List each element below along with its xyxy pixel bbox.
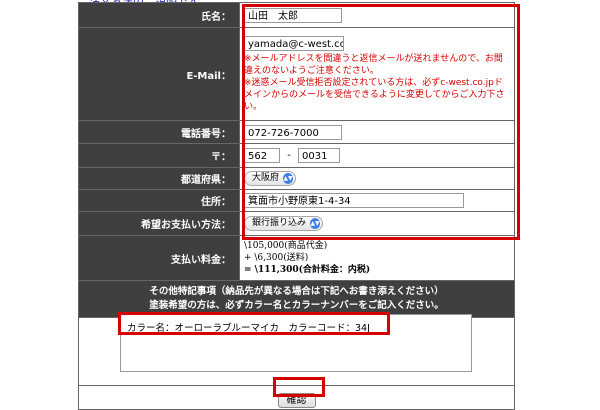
remarks-textarea[interactable]: カラー名：オーローラブルーマイカ カラーコード：34J: [120, 314, 472, 372]
prefecture-select[interactable]: 大阪府 ▲▼: [244, 171, 297, 186]
amount-product-price: \105,000(商品代金): [244, 241, 328, 251]
address-cell: 箕面市小野原東1-4-34: [239, 189, 515, 212]
email-input[interactable]: yamada@c-west.co.jp: [244, 35, 344, 51]
prefecture-selected-value: 大阪府: [252, 173, 280, 183]
postal-cell: 562 - 0031: [239, 143, 515, 168]
postal-label: 〒：: [78, 143, 240, 168]
select-arrows-icon: ▲▼: [310, 218, 321, 229]
remarks-header-row: その他特記事項（納品先が異なる場合は下記へお書き添えください） 塗装希望の方は、…: [78, 280, 515, 318]
email-note-spam: ※迷惑メール受信拒否設定されている方は、必ずc-west.co.jpドメインから…: [244, 77, 505, 112]
payment-row: 希望お支払い方法： 銀行振り込み ▲▼: [78, 211, 515, 236]
email-cell: yamada@c-west.co.jp ※メールアドレスを間違うと返信メールが送…: [239, 27, 515, 121]
name-label: 氏名：: [78, 2, 240, 28]
name-row: 氏名： 山田 太郎: [78, 2, 515, 28]
amount-label: 支払い料金：: [78, 235, 240, 281]
phone-row: 電話番号： 072-726-7000: [78, 120, 515, 144]
amount-total: = \111,300(合計料金：内税): [244, 265, 371, 275]
address-label: 住所：: [78, 189, 240, 212]
name-cell: 山田 太郎: [239, 2, 515, 28]
payment-cell: 銀行振り込み ▲▼: [239, 211, 515, 236]
remarks-text: カラー名：オーローラブルーマイカ カラーコード：34J: [127, 323, 370, 334]
email-label: E-Mail：: [78, 27, 240, 121]
prefecture-row: 都道府県： 大阪府 ▲▼: [78, 167, 515, 190]
phone-input[interactable]: 072-726-7000: [244, 124, 342, 140]
address-input[interactable]: 箕面市小野原東1-4-34: [244, 193, 464, 208]
email-note-mistype: ※メールアドレスを間違うと返信メールが送れませんので、お間違えのないようご注意く…: [244, 53, 503, 76]
remarks-header-line2: 塗装希望の方は、必ずカラー名とカラーナンバーをご記入ください。: [149, 300, 444, 311]
postal-code-second-input[interactable]: 0031: [297, 148, 340, 163]
remarks-header-line1: その他特記事項（納品先が異なる場合は下記へお書き添えください）: [149, 286, 444, 297]
remarks-header: その他特記事項（納品先が異なる場合は下記へお書き添えください） 塗装希望の方は、…: [78, 280, 515, 318]
payment-label: 希望お支払い方法：: [78, 211, 240, 236]
email-row: E-Mail： yamada@c-west.co.jp ※メールアドレスを間違う…: [78, 27, 515, 121]
confirm-row: 確認: [78, 385, 515, 410]
confirm-cell: 確認: [78, 385, 515, 410]
name-input[interactable]: 山田 太郎: [244, 7, 342, 23]
select-arrows-icon: ▲▼: [283, 173, 294, 184]
postal-code-first-input[interactable]: 562: [244, 148, 280, 163]
address-row: 住所： 箕面市小野原東1-4-34: [78, 189, 515, 212]
confirm-button[interactable]: 確認: [277, 392, 316, 408]
amount-row: 支払い料金： \105,000(商品代金) + \6,300(送料) = \11…: [78, 235, 515, 281]
phone-label: 電話番号：: [78, 120, 240, 144]
postal-row: 〒： 562 - 0031: [78, 143, 515, 168]
amount-shipping: + \6,300(送料): [244, 253, 309, 263]
prefecture-cell: 大阪府 ▲▼: [239, 167, 515, 190]
prefecture-label: 都道府県：: [78, 167, 240, 190]
payment-selected-value: 銀行振り込み: [252, 218, 307, 228]
amount-cell: \105,000(商品代金) + \6,300(送料) = \111,300(合…: [239, 235, 515, 281]
phone-cell: 072-726-7000: [239, 120, 515, 144]
payment-method-select[interactable]: 銀行振り込み ▲▼: [244, 216, 324, 231]
postal-separator: -: [287, 150, 291, 161]
